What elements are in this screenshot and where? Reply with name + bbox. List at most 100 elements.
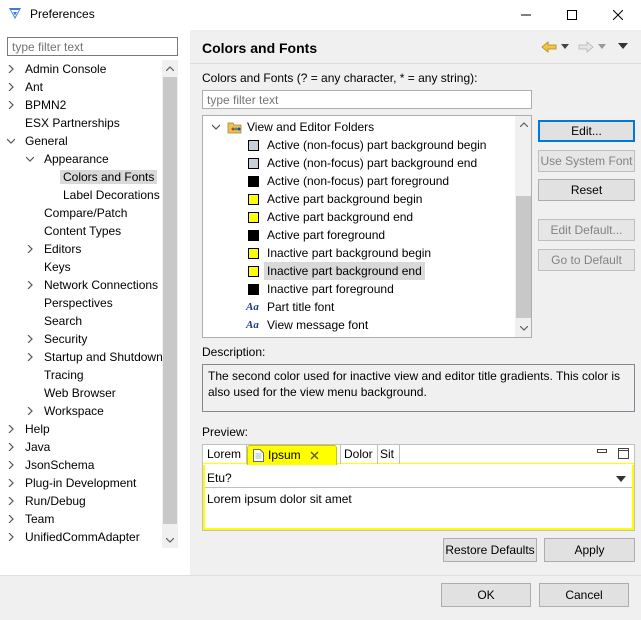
minimize-button[interactable] — [503, 0, 549, 30]
edit-default-button[interactable]: Edit Default... — [538, 219, 635, 241]
color-definition-item[interactable]: Active (non-focus) part foreground — [203, 172, 513, 190]
sidebar-item[interactable]: Team — [8, 510, 57, 528]
sidebar-item[interactable]: Keys — [27, 258, 74, 276]
sidebar-item[interactable]: Workspace — [27, 402, 107, 420]
sidebar-item[interactable]: Compare/Patch — [27, 204, 130, 222]
sidebar-item[interactable]: Security — [27, 330, 90, 348]
color-definition-item[interactable]: Active part background end — [203, 208, 513, 226]
maximize-button[interactable] — [549, 0, 595, 30]
sidebar-item[interactable]: Search — [27, 312, 85, 330]
sidebar-item[interactable]: BPMN2 — [8, 96, 69, 114]
scroll-down-button[interactable] — [162, 532, 178, 548]
color-definition-item[interactable]: Active (non-focus) part background end — [203, 154, 513, 172]
chevron-down-icon[interactable] — [212, 124, 220, 130]
chevron-right-icon[interactable] — [25, 348, 35, 366]
scroll-up-button[interactable] — [162, 60, 178, 76]
color-definition-item[interactable]: Active part background begin — [203, 190, 513, 208]
preferences-filter-input[interactable] — [7, 37, 178, 56]
use-system-font-button[interactable]: Use System Font — [538, 150, 635, 172]
sidebar-item[interactable]: Run/Debug — [8, 492, 89, 510]
color-definition-item[interactable]: Inactive part foreground — [203, 280, 513, 298]
sidebar-item-label: Ant — [25, 80, 44, 94]
preview-tab-dolor[interactable]: Dolor — [340, 445, 378, 464]
color-definition-item[interactable]: Inactive part background end — [203, 262, 513, 280]
tree-scrollbar[interactable] — [515, 116, 531, 337]
color-definition-item[interactable]: Active (non-focus) part background begin — [203, 136, 513, 154]
cancel-button[interactable]: Cancel — [539, 583, 629, 607]
color-definition-item[interactable]: Active part foreground — [203, 226, 513, 244]
sidebar-scroll-thumb[interactable] — [163, 77, 177, 524]
font-definition-item[interactable]: Aa Part title font — [203, 298, 513, 316]
view-menu-icon[interactable] — [618, 43, 628, 49]
sidebar-item[interactable]: Plug-in Development — [8, 474, 139, 492]
sidebar-item[interactable]: ESX Partnerships — [8, 114, 123, 132]
colors-and-fonts-tree: View and Editor Folders Active (non-focus… — [202, 115, 532, 338]
tree-scroll-up-button[interactable] — [515, 116, 531, 133]
restore-defaults-button[interactable]: Restore Defaults — [443, 538, 537, 562]
preview-tab-lorem[interactable]: Lorem — [203, 445, 247, 464]
back-dropdown-icon[interactable] — [561, 44, 569, 49]
sidebar-item-label: Colors and Fonts — [60, 170, 158, 184]
sidebar-item[interactable]: Ant — [8, 78, 46, 96]
sidebar-item[interactable]: Appearance — [25, 150, 112, 168]
sidebar-item[interactable]: JsonSchema — [8, 456, 97, 474]
close-tab-icon[interactable] — [310, 451, 319, 460]
forward-arrow-icon[interactable] — [578, 41, 594, 53]
sidebar-item-label: Run/Debug — [25, 494, 86, 508]
chevron-right-icon[interactable] — [25, 330, 35, 348]
font-definition-item[interactable]: Aa View message font — [203, 316, 513, 334]
preview-tab-sit[interactable]: Sit — [378, 445, 400, 464]
sidebar-item[interactable]: General — [6, 132, 71, 150]
colors-filter-input[interactable] — [202, 90, 532, 109]
ok-button[interactable]: OK — [441, 583, 531, 607]
preview-combo[interactable]: Etu? — [205, 469, 632, 488]
sidebar-item[interactable]: Perspectives — [27, 294, 116, 312]
sidebar-item[interactable]: Web Browser — [27, 384, 119, 402]
item-label: Part title font — [267, 300, 335, 314]
minimize-view-icon[interactable] — [597, 449, 607, 459]
preview-tab-ipsum[interactable]: Ipsum — [247, 445, 337, 465]
chevron-right-icon[interactable] — [6, 510, 16, 528]
chevron-right-icon[interactable] — [25, 402, 35, 420]
sidebar-item[interactable]: Label Decorations — [46, 186, 163, 204]
close-window-button[interactable] — [595, 0, 641, 30]
tree-scroll-down-button[interactable] — [515, 320, 531, 337]
color-definition-item[interactable]: Inactive part background begin — [203, 244, 513, 262]
chevron-right-icon[interactable] — [6, 78, 16, 96]
sidebar-item-label: Compare/Patch — [44, 206, 128, 220]
chevron-right-icon[interactable] — [6, 492, 16, 510]
sidebar-item[interactable]: Tracing — [27, 366, 87, 384]
sidebar-item[interactable]: Java — [8, 438, 53, 456]
chevron-down-icon[interactable] — [25, 150, 35, 168]
sidebar-item[interactable]: Editors — [27, 240, 84, 258]
maximize-view-icon[interactable] — [618, 448, 629, 459]
sidebar-item[interactable]: Content Types — [27, 222, 124, 240]
reset-button[interactable]: Reset — [538, 179, 635, 201]
go-to-default-button[interactable]: Go to Default — [538, 249, 635, 271]
sidebar-item[interactable]: Admin Console — [8, 60, 109, 78]
chevron-right-icon[interactable] — [6, 474, 16, 492]
sidebar-item[interactable]: UnifiedCommAdapter — [8, 528, 143, 546]
chevron-right-icon[interactable] — [6, 96, 16, 114]
sidebar-scrollbar[interactable] — [162, 60, 178, 548]
title-bar: Preferences — [0, 0, 641, 30]
chevron-right-icon[interactable] — [25, 240, 35, 258]
sidebar-item[interactable]: Network Connections — [27, 276, 161, 294]
chevron-right-icon[interactable] — [6, 60, 16, 78]
chevron-right-icon[interactable] — [6, 456, 16, 474]
item-label: Active (non-focus) part background end — [267, 156, 478, 170]
chevron-right-icon[interactable] — [6, 438, 16, 456]
tree-scroll-thumb[interactable] — [516, 196, 531, 318]
sidebar-item[interactable]: Startup and Shutdown — [27, 348, 166, 366]
apply-button[interactable]: Apply — [544, 538, 635, 562]
chevron-right-icon[interactable] — [6, 420, 16, 438]
chevron-right-icon[interactable] — [25, 276, 35, 294]
sidebar-item[interactable]: Colors and Fonts — [46, 168, 158, 186]
chevron-down-icon[interactable] — [6, 132, 16, 150]
color-swatch-icon — [248, 266, 259, 277]
back-arrow-icon[interactable] — [541, 41, 557, 53]
edit-button[interactable]: Edit... — [538, 120, 635, 142]
forward-dropdown-icon[interactable] — [598, 44, 606, 49]
chevron-right-icon[interactable] — [6, 528, 16, 546]
sidebar-item[interactable]: Help — [8, 420, 53, 438]
